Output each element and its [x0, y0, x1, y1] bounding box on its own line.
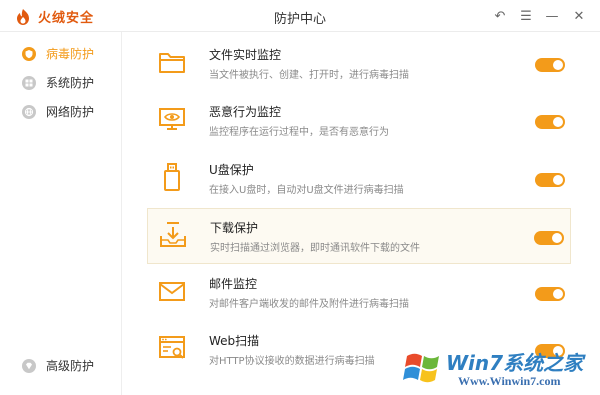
sidebar: 病毒防护 系统防护 网络防护 高级防护: [0, 32, 122, 395]
feature-title: 文件实时监控: [209, 48, 282, 62]
folder-icon: [159, 53, 185, 73]
watermark: Win7系统之家 Www.Winwin7.com: [398, 343, 598, 393]
toggle-knob: [553, 60, 563, 70]
monitor-eye-icon: [159, 108, 185, 130]
toggle-knob: [552, 233, 562, 243]
feature-description: 对HTTP协议接收的数据进行病毒扫描: [209, 356, 375, 367]
download-icon: [160, 222, 186, 247]
sidebar-item-virus-protection[interactable]: 病毒防护: [22, 45, 94, 62]
feature-toggle[interactable]: [535, 287, 565, 301]
feature-title: 邮件监控: [209, 277, 258, 291]
feature-title: Web扫描: [209, 334, 260, 348]
toggle-knob: [553, 117, 563, 127]
brand-name: 火绒安全: [38, 11, 95, 26]
feature-description: 在接入U盘时，自动对U盘文件进行病毒扫描: [209, 185, 404, 196]
feature-toggle[interactable]: [535, 173, 565, 187]
watermark-title: Win7系统之家: [446, 351, 584, 375]
feature-description: 对邮件客户端收发的邮件及附件进行病毒扫描: [209, 299, 409, 310]
undo-icon[interactable]: ↶: [490, 6, 510, 26]
feature-list: 文件实时监控 当文件被执行、创建、打开时，进行病毒扫描 恶意行为监控 监控程序在…: [123, 32, 600, 395]
flame-logo-icon: [17, 8, 29, 25]
feature-description: 实时扫描通过浏览器，即时通讯软件下载的文件: [210, 243, 420, 254]
feature-description: 监控程序在运行过程中，是否有恶意行为: [209, 127, 389, 138]
feature-title: U盘保护: [209, 163, 254, 177]
windows-logo-icon: [403, 353, 439, 383]
diamond-icon: [22, 358, 36, 373]
close-icon[interactable]: ✕: [569, 6, 589, 26]
menu-icon[interactable]: ☰: [516, 6, 536, 26]
feature-title: 下载保护: [210, 221, 259, 235]
web-scan-icon: [159, 336, 185, 359]
feature-title: 恶意行为监控: [209, 105, 282, 119]
feature-row-mail-monitor: 邮件监控 对邮件客户端收发的邮件及附件进行病毒扫描: [147, 265, 571, 321]
usb-icon: [164, 163, 180, 191]
sidebar-item-advanced-protection[interactable]: 高级防护: [22, 357, 94, 374]
title-bar: 火绒安全 防护中心 ↶ ☰ — ✕: [0, 0, 600, 32]
feature-row-usb-protection: U盘保护 在接入U盘时，自动对U盘文件进行病毒扫描: [147, 151, 571, 207]
feature-toggle[interactable]: [535, 115, 565, 129]
watermark-url: Www.Winwin7.com: [458, 374, 561, 388]
brand: 火绒安全: [14, 7, 94, 26]
sidebar-item-system-protection[interactable]: 系统防护: [22, 74, 94, 91]
sidebar-item-label: 病毒防护: [46, 47, 95, 61]
feature-toggle[interactable]: [534, 231, 564, 245]
sidebar-item-network-protection[interactable]: 网络防护: [22, 103, 94, 120]
feature-row-behavior-monitor: 恶意行为监控 监控程序在运行过程中，是否有恶意行为: [147, 93, 571, 149]
feature-row-file-monitor: 文件实时监控 当文件被执行、创建、打开时，进行病毒扫描: [147, 36, 571, 92]
globe-icon: [22, 104, 36, 119]
feature-description: 当文件被执行、创建、打开时，进行病毒扫描: [209, 70, 409, 81]
minimize-icon[interactable]: —: [542, 6, 562, 26]
shield-icon: [22, 46, 36, 61]
feature-row-download-protection: 下载保护 实时扫描通过浏览器，即时通讯软件下载的文件: [147, 208, 571, 264]
toggle-knob: [553, 175, 563, 185]
toggle-knob: [553, 289, 563, 299]
sidebar-item-label: 系统防护: [46, 76, 95, 90]
system-icon: [22, 75, 36, 90]
mail-icon: [159, 282, 185, 301]
sidebar-item-label: 网络防护: [46, 105, 95, 119]
sidebar-item-label: 高级防护: [46, 359, 95, 373]
feature-toggle[interactable]: [535, 58, 565, 72]
